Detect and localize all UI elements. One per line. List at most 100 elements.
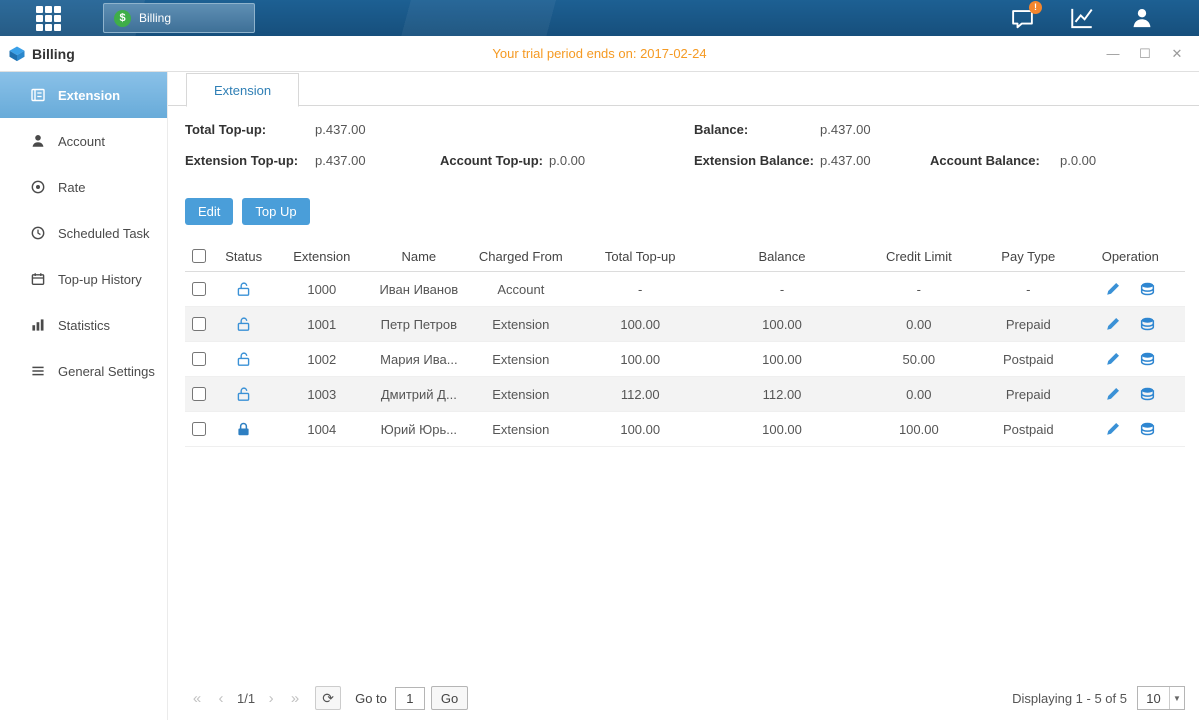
pagination-first-button[interactable]: « [185, 686, 209, 710]
pagination-last-button[interactable]: » [283, 686, 307, 710]
sidebar-item-topup-history[interactable]: Top-up History [0, 256, 167, 302]
tab-bar: Extension [168, 72, 1199, 106]
account-balance-label: Account Balance: [930, 153, 1040, 168]
cell-charged-from: Extension [469, 422, 573, 437]
account-balance-value: p.0.00 [1060, 153, 1096, 168]
apps-grid-icon[interactable] [36, 6, 61, 31]
row-checkbox[interactable] [192, 422, 206, 436]
cell-extension: 1001 [275, 317, 370, 332]
edit-icon[interactable] [1105, 316, 1121, 332]
cell-name: Юрий Юрь... [369, 422, 469, 437]
sidebar-item-label: General Settings [58, 364, 155, 379]
sidebar: Extension Account Rate Scheduled Task To… [0, 72, 168, 720]
user-icon[interactable] [1129, 5, 1155, 31]
row-checkbox[interactable] [192, 387, 206, 401]
maximize-button[interactable]: ☐ [1137, 46, 1153, 62]
cell-total-topup: 100.00 [573, 317, 707, 332]
sidebar-item-label: Scheduled Task [58, 226, 150, 241]
tab-extension[interactable]: Extension [186, 73, 299, 107]
top-taskbar: $ Billing ! [0, 0, 1199, 36]
edit-icon[interactable] [1105, 351, 1121, 367]
cell-credit-limit: 50.00 [857, 352, 981, 367]
header-name: Name [369, 249, 469, 264]
sidebar-item-rate[interactable]: Rate [0, 164, 167, 210]
sidebar-item-label: Top-up History [58, 272, 142, 287]
billing-taskbar-tab[interactable]: $ Billing [103, 3, 255, 33]
window-titlebar: Billing Your trial period ends on: 2017-… [0, 36, 1199, 72]
topup-coins-icon[interactable] [1139, 421, 1156, 438]
cell-extension: 1003 [275, 387, 370, 402]
cell-charged-from: Extension [469, 317, 573, 332]
balance-value: p.437.00 [820, 122, 871, 137]
sidebar-item-label: Statistics [58, 318, 110, 333]
cell-name: Дмитрий Д... [369, 387, 469, 402]
sidebar-item-statistics[interactable]: Statistics [0, 302, 167, 348]
unlock-icon [235, 316, 252, 333]
edit-icon[interactable] [1105, 281, 1121, 297]
row-checkbox[interactable] [192, 317, 206, 331]
cell-total-topup: - [573, 282, 707, 297]
cell-total-topup: 100.00 [573, 352, 707, 367]
cell-extension: 1002 [275, 352, 370, 367]
statistics-icon [30, 317, 46, 333]
header-balance: Balance [707, 249, 856, 264]
go-button[interactable]: Go [431, 686, 468, 710]
account-topup-label: Account Top-up: [440, 153, 543, 168]
chart-icon[interactable] [1069, 5, 1095, 31]
sidebar-item-account[interactable]: Account [0, 118, 167, 164]
header-charged-from: Charged From [469, 249, 573, 264]
table-row: 1004 Юрий Юрь... Extension 100.00 100.00… [185, 412, 1185, 447]
cell-credit-limit: 100.00 [857, 422, 981, 437]
cell-pay-type: - [981, 282, 1076, 297]
cell-credit-limit: 0.00 [857, 317, 981, 332]
cell-pay-type: Prepaid [981, 317, 1076, 332]
cell-extension: 1000 [275, 282, 370, 297]
select-all-checkbox[interactable] [192, 249, 206, 263]
table-row: 1003 Дмитрий Д... Extension 112.00 112.0… [185, 377, 1185, 412]
page-size-value: 10 [1138, 691, 1169, 706]
edit-button[interactable]: Edit [185, 198, 233, 225]
cell-name: Иван Иванов [369, 282, 469, 297]
cell-balance: 100.00 [707, 317, 856, 332]
cell-balance: 100.00 [707, 352, 856, 367]
window-title: Billing [32, 46, 75, 62]
topup-coins-icon[interactable] [1139, 351, 1156, 368]
top-up-button[interactable]: Top Up [242, 198, 309, 225]
row-checkbox[interactable] [192, 352, 206, 366]
sidebar-item-label: Account [58, 134, 105, 149]
sidebar-item-general-settings[interactable]: General Settings [0, 348, 167, 394]
table-body: 1000 Иван Иванов Account - - - - [185, 272, 1185, 447]
topup-coins-icon[interactable] [1139, 316, 1156, 333]
cell-pay-type: Postpaid [981, 422, 1076, 437]
cell-extension: 1004 [275, 422, 370, 437]
balance-summary: Total Top-up: p.437.00 Balance: p.437.00… [168, 122, 1199, 186]
sidebar-item-scheduled-task[interactable]: Scheduled Task [0, 210, 167, 256]
topup-coins-icon[interactable] [1139, 281, 1156, 298]
pagination-next-button[interactable]: › [259, 686, 283, 710]
topup-coins-icon[interactable] [1139, 386, 1156, 403]
refresh-icon[interactable]: ⟳ [315, 686, 341, 710]
goto-page-input[interactable] [395, 687, 425, 710]
page-size-select[interactable]: 10 ▼ [1137, 686, 1185, 710]
taskbar-tab-label: Billing [139, 11, 171, 25]
header-credit-limit: Credit Limit [857, 249, 981, 264]
unlock-icon [235, 281, 252, 298]
minimize-button[interactable]: — [1105, 46, 1121, 62]
edit-icon[interactable] [1105, 421, 1121, 437]
pagination-prev-button[interactable]: ‹ [209, 686, 233, 710]
row-checkbox[interactable] [192, 282, 206, 296]
sidebar-item-label: Extension [58, 88, 120, 103]
total-topup-label: Total Top-up: [185, 122, 266, 137]
sidebar-item-extension[interactable]: Extension [0, 72, 167, 118]
edit-icon[interactable] [1105, 386, 1121, 402]
notification-badge: ! [1029, 1, 1042, 14]
chat-icon[interactable]: ! [1010, 6, 1035, 31]
cell-pay-type: Postpaid [981, 352, 1076, 367]
cell-balance: - [707, 282, 856, 297]
pagination-bar: « ‹ 1/1 › » ⟳ Go to Go Displaying 1 - 5 … [185, 684, 1185, 712]
table-row: 1001 Петр Петров Extension 100.00 100.00… [185, 307, 1185, 342]
cell-charged-from: Extension [469, 352, 573, 367]
extension-topup-label: Extension Top-up: [185, 153, 298, 168]
cell-name: Петр Петров [369, 317, 469, 332]
close-button[interactable]: ✕ [1169, 46, 1185, 62]
